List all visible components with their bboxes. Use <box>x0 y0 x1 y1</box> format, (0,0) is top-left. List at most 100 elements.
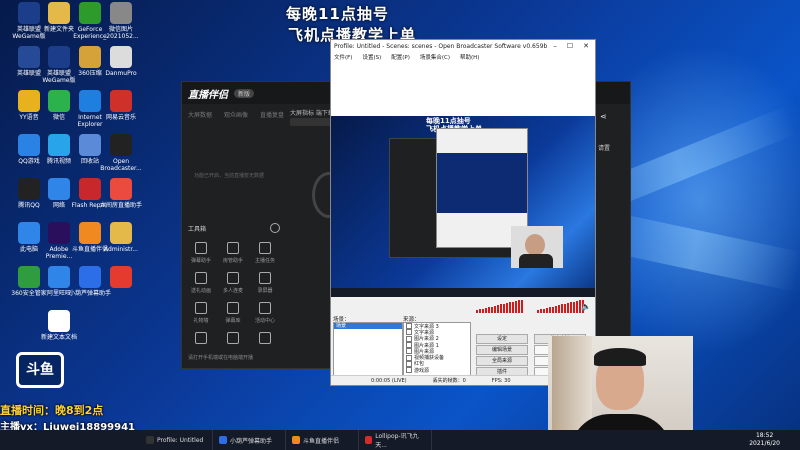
obs-titlebar[interactable]: Profile: Untitled - Scenes: scenes - Ope… <box>331 40 595 52</box>
edit-scene-button[interactable]: 编辑场景 <box>476 345 528 355</box>
source-checkbox[interactable] <box>406 348 412 355</box>
dropped-frames: 丢失的帧数：0 <box>432 378 466 384</box>
taskbar-app-icon <box>292 436 300 444</box>
meter-bar <box>546 307 548 313</box>
maximize-icon[interactable]: ☐ <box>567 42 573 50</box>
meter-bar <box>576 300 578 313</box>
source-checkbox[interactable] <box>406 342 412 349</box>
tool-button[interactable]: 录屏器 <box>250 272 280 294</box>
assistant-logo: 直播伴侣 <box>188 89 228 101</box>
meter-bar <box>500 304 502 313</box>
meter-bar <box>552 306 554 313</box>
taskbar-item[interactable]: Lollipop-讯飞九天... <box>359 430 432 450</box>
assistant-right-tab[interactable]: 请置 <box>598 143 610 152</box>
settings-button[interactable]: 设定 <box>476 334 528 344</box>
taskbar: Profile: Untitled 小葫芦弹幕助手 斗鱼直播伴侣 Lollipop-讯… <box>0 430 800 450</box>
minimize-icon[interactable]: – <box>553 42 557 50</box>
overlay-title-line1: 每晚11点抽号 <box>286 5 389 23</box>
menu-settings[interactable]: 设置(S) <box>362 53 381 61</box>
sources-list[interactable]: 文字来源 3 文字来源 图片来源 2 图片来源 1 图片来源 视频捕获设备 红包 游戏源 <box>403 322 471 376</box>
tool-button[interactable] <box>218 332 248 347</box>
tool-button[interactable] <box>250 332 280 347</box>
desktop-icon[interactable]: 微信图片_2021052... <box>98 2 144 40</box>
tool-icon <box>259 332 271 344</box>
tool-button[interactable]: 礼物墙 <box>186 302 216 324</box>
tool-button[interactable]: 多人连麦 <box>218 272 248 294</box>
menu-help[interactable]: 帮助(H) <box>460 53 479 61</box>
tool-icon <box>227 302 239 314</box>
share-icon[interactable]: ⋖ <box>600 112 607 121</box>
desktop-icon-label: Administr... <box>104 246 138 253</box>
assistant-header-text: 大屏指标 端下载 <box>290 110 334 117</box>
taskbar-item[interactable]: 小葫芦弹幕助手 <box>213 430 286 450</box>
menu-item[interactable]: 直播复盘 <box>260 110 284 119</box>
menu-profile[interactable]: 配置(P) <box>391 53 410 61</box>
desktop-icon[interactable]: 网易云音乐 <box>98 90 144 121</box>
tool-icon <box>227 332 239 344</box>
tool-icon <box>259 242 271 254</box>
tool-button[interactable]: 主播任务 <box>250 242 280 264</box>
taskbar-item[interactable]: Profile: Untitled <box>140 430 213 450</box>
scene-item[interactable]: 场景 <box>334 323 402 329</box>
tool-button[interactable] <box>186 332 216 347</box>
meter-bar <box>540 309 542 313</box>
tool-button[interactable]: 弹幕库 <box>218 302 248 324</box>
meter-bar <box>570 302 572 313</box>
tool-icon <box>195 242 207 254</box>
fps-readout: FPS: 30 <box>491 377 511 384</box>
taskbar-item[interactable]: 斗鱼直播伴侣 <box>286 430 359 450</box>
meter-bar <box>506 303 508 313</box>
meter-bar <box>555 305 557 313</box>
system-clock[interactable]: 18:52 2021/6/20 <box>749 432 780 448</box>
source-item[interactable]: 游戏源 <box>404 367 470 374</box>
obs-window[interactable]: Profile: Untitled - Scenes: scenes - Ope… <box>330 39 635 386</box>
desktop-icon[interactable]: 新建文本文档 <box>36 310 82 341</box>
close-icon[interactable]: ✕ <box>583 42 589 50</box>
app-icon <box>110 266 132 288</box>
more-icon[interactable] <box>270 223 280 233</box>
stream-hours-text: 直播时间：晚8到2点 <box>0 404 104 417</box>
tool-label: 弹幕库 <box>225 318 241 324</box>
scenes-list[interactable]: 场景 <box>333 322 403 376</box>
obs-menubar: 文件(F) 设置(S) 配置(P) 场景集合(C) 帮助(H) <box>331 52 595 62</box>
desktop-icon[interactable]: 六间房直播助手 <box>98 178 144 209</box>
obs-title: Profile: Untitled - Scenes: scenes - Ope… <box>334 42 548 50</box>
source-checkbox[interactable] <box>406 367 412 374</box>
speaker-icon[interactable]: 🔈 <box>581 302 591 311</box>
desktop-icon[interactable]: Administr... <box>98 222 144 253</box>
source-checkbox[interactable] <box>406 335 412 342</box>
source-checkbox[interactable] <box>406 354 412 361</box>
version-badge[interactable]: 新版 <box>234 88 255 98</box>
global-sources-button[interactable]: 全局来源 <box>476 356 528 366</box>
desktop-icon[interactable] <box>98 266 144 290</box>
empty-hint: 功能已开启，当前直播暂无数据 <box>194 173 265 179</box>
app-icon <box>110 90 132 112</box>
meter-bar <box>512 301 514 313</box>
tool-button[interactable]: 房管助手 <box>218 242 248 264</box>
source-checkbox[interactable] <box>406 329 412 336</box>
meter-bar <box>491 306 493 313</box>
tool-button[interactable]: 送礼动画 <box>186 272 216 294</box>
menu-item[interactable]: 观众画像 <box>224 110 248 119</box>
desktop-icon[interactable]: Open Broadcaster... <box>98 134 144 172</box>
desktop-icon-label: 新建文本文档 <box>40 334 77 341</box>
audio-meter-left <box>476 299 523 313</box>
clock-date: 2021/6/20 <box>749 440 780 447</box>
desktop-icon-label: 网易云音乐 <box>105 114 136 121</box>
menu-scenes[interactable]: 场景集合(C) <box>420 53 450 61</box>
tool-button[interactable]: 活动中心 <box>250 302 280 324</box>
menu-item[interactable]: 大屏数据 <box>188 110 212 119</box>
meter-bar <box>476 310 478 313</box>
tool-label: 房管助手 <box>222 258 243 264</box>
menu-file[interactable]: 文件(F) <box>334 53 352 61</box>
meter-bar <box>561 304 563 313</box>
tool-button[interactable]: 弹幕助手 <box>186 242 216 264</box>
tool-label: 录屏器 <box>257 288 273 294</box>
tool-icon <box>195 272 207 284</box>
source-checkbox[interactable] <box>406 323 412 330</box>
source-checkbox[interactable] <box>406 360 412 367</box>
tool-icon <box>259 272 271 284</box>
taskbar-app-icon <box>365 436 373 444</box>
desktop-icon[interactable]: DanmuPro <box>98 46 144 77</box>
meter-bar <box>503 303 505 313</box>
